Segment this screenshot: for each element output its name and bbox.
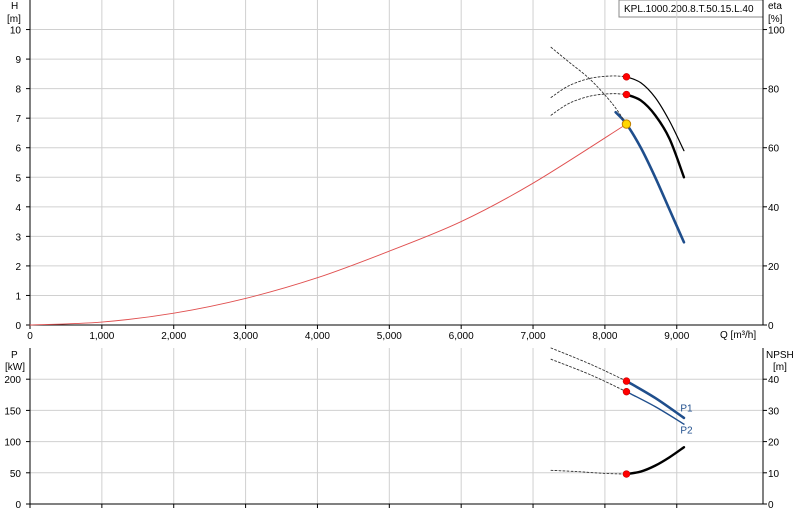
top-right-axis-label-line2: [%] <box>768 14 783 25</box>
y-tick-label-right: 20 <box>768 438 780 449</box>
series-npsh-dashed <box>550 469 627 475</box>
y-tick-label-right: 40 <box>768 203 780 214</box>
marker-duty-point <box>621 119 632 129</box>
x-tick-label: 9,000 <box>664 331 689 342</box>
series-npsh-solid <box>625 446 686 476</box>
top-right-axis-label-line1: eta <box>768 1 782 12</box>
y-tick-label-left: 8 <box>15 85 21 96</box>
y-tick-label-left: 2 <box>15 262 21 273</box>
bottom-right-axis-label-line1: NPSH <box>766 350 794 361</box>
series-eta-upper-dashed <box>550 75 627 98</box>
y-tick-label-left: 0 <box>15 500 21 511</box>
x-tick-label: 3,000 <box>233 331 258 342</box>
series-p1-solid <box>625 379 686 420</box>
y-tick-label-right: 20 <box>768 262 780 273</box>
x-tick-label: 4,000 <box>305 331 330 342</box>
marker-p2-point <box>622 387 631 396</box>
chart-title: KPL.1000.200.8.T.50.15.L.40 <box>624 4 754 15</box>
bottom-chart: 0 50 100 150 200 0 10 20 30 40 P1 P2 <box>4 347 780 511</box>
bottom-left-axis-label-line1: P <box>11 350 18 361</box>
y-tick-label-left: 9 <box>15 55 21 66</box>
x-tick-label: 2,000 <box>161 331 186 342</box>
bottom-left-axis-label-line2: [kW] <box>5 362 25 373</box>
y-tick-label-left: 100 <box>4 438 21 449</box>
series-p1-dashed <box>550 347 627 382</box>
y-tick-label-left: 3 <box>15 232 21 243</box>
x-tick-label: 8,000 <box>592 331 617 342</box>
x-tick-label: 7,000 <box>521 331 546 342</box>
pump-curve-chart: KPL.1000.200.8.T.50.15.L.40 H [m] eta [%… <box>0 0 800 520</box>
marker-eta-lower-point <box>622 90 631 99</box>
y-tick-label-left: 150 <box>4 406 21 417</box>
title-box: KPL.1000.200.8.T.50.15.L.40 <box>618 0 764 18</box>
y-tick-label-right: 0 <box>768 500 774 511</box>
y-tick-label-right: 10 <box>768 469 780 480</box>
x-tick-label: 5,000 <box>377 331 402 342</box>
marker-p1-point <box>622 377 631 385</box>
y-tick-label-left: 6 <box>15 144 21 155</box>
x-tick-label: 0 <box>27 331 33 342</box>
y-tick-label-right: 80 <box>768 85 780 96</box>
marker-eta-upper-point <box>622 73 631 81</box>
y-tick-label-left: 50 <box>10 469 22 480</box>
y-tick-label-left: 10 <box>10 26 22 37</box>
y-tick-label-left: 0 <box>15 321 21 332</box>
y-tick-label-left: 1 <box>15 291 21 302</box>
y-tick-label-right: 30 <box>768 406 780 417</box>
x-tick-label: 6,000 <box>449 331 474 342</box>
chart-svg: KPL.1000.200.8.T.50.15.L.40 H [m] eta [%… <box>4 0 794 511</box>
top-chart: 0123456789100204060801000 1,000 2,000 3,000… <box>10 0 785 342</box>
marker-npsh-point <box>622 470 631 478</box>
y-tick-label-left: 200 <box>4 375 21 386</box>
y-tick-label-right: 0 <box>768 321 774 332</box>
y-tick-label-left: 7 <box>15 114 21 125</box>
y-tick-label-right: 60 <box>768 144 780 155</box>
series-system-curve <box>29 123 627 326</box>
series-label-p2-label: P2 <box>680 425 693 436</box>
top-left-axis-label-line1: H <box>11 1 18 12</box>
bottom-right-axis-label-line2: [m] <box>773 362 787 373</box>
y-tick-label-right: 100 <box>768 26 785 37</box>
y-tick-label-left: 5 <box>15 173 21 184</box>
top-left-axis-label-line2: [m] <box>7 14 21 25</box>
y-tick-label-right: 40 <box>768 375 780 386</box>
x-axis-label: Q [m³/h] <box>720 330 756 341</box>
series-label-p1-label: P1 <box>680 404 693 415</box>
y-tick-label-left: 4 <box>15 203 21 214</box>
x-tick-label: 1,000 <box>89 331 114 342</box>
